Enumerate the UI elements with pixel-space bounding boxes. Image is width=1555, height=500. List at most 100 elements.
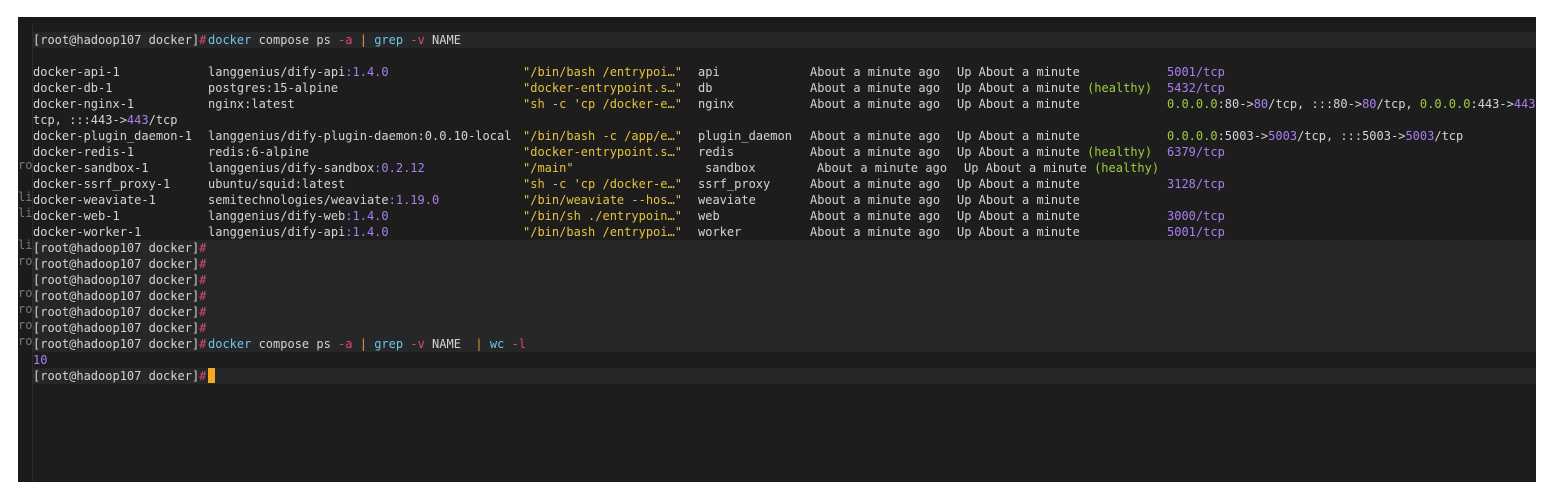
shell-prompt: [root@hadoop107 docker]# <box>33 337 207 351</box>
shell-prompt: [root@hadoop107 docker]# <box>33 321 207 335</box>
left-gutter: li ro li li ro ro ro ro ro <box>18 23 33 482</box>
container-command: "docker-entrypoint.s…" <box>523 145 682 159</box>
gutter-fragment: ro <box>18 286 32 300</box>
shell-prompt: [root@hadoop107 docker]# <box>33 257 207 271</box>
container-service: web <box>698 209 720 223</box>
container-status: Up About a minute (healthy) <box>964 161 1160 175</box>
tab-bar[interactable] <box>18 17 1536 23</box>
container-status: Up About a minute (healthy) <box>957 81 1153 95</box>
gutter-fragment: ro <box>18 158 32 172</box>
container-image: langgenius/dify-sandbox:0.2.12 <box>208 161 425 175</box>
container-created: About a minute ago <box>810 65 941 79</box>
terminal-output[interactable]: [root@hadoop107 docker]# docker compose … <box>33 32 1536 482</box>
container-service: sandbox <box>705 161 756 175</box>
container-image: langgenius/dify-api:1.4.0 <box>208 225 389 239</box>
container-status: Up About a minute <box>957 209 1080 223</box>
container-command: "/bin/bash /entrypoi…" <box>523 65 682 79</box>
container-image: langgenius/dify-api:1.4.0 <box>208 65 389 79</box>
gutter-fragment: li <box>18 238 32 252</box>
command-text: docker compose ps -a | grep -v NAME <box>208 33 461 47</box>
container-ports: 6379/tcp <box>1167 145 1225 159</box>
command-line: [root@hadoop107 docker]# docker compose … <box>33 336 1536 352</box>
container-service: weaviate <box>698 193 756 207</box>
table-row-wrap: tcp, :::443->443/tcp <box>33 112 1536 128</box>
container-name: docker-weaviate-1 <box>33 193 156 207</box>
container-name: docker-ssrf_proxy-1 <box>33 177 171 191</box>
container-service: ssrf_proxy <box>698 177 771 191</box>
container-created: About a minute ago <box>810 209 941 223</box>
gutter-fragment: ro <box>18 254 32 268</box>
prompt-line: [root@hadoop107 docker]# <box>33 320 1536 336</box>
shell-prompt: [root@hadoop107 docker]# <box>33 241 207 255</box>
prompt-line: [root@hadoop107 docker]# <box>33 240 1536 256</box>
gutter-fragment: ro <box>18 318 32 332</box>
container-created: About a minute ago <box>810 129 941 143</box>
container-service: db <box>698 81 713 95</box>
container-created: About a minute ago <box>810 225 941 239</box>
table-row: docker-worker-1 langgenius/dify-api:1.4.… <box>33 224 1536 240</box>
gutter-fragment: ro <box>18 334 32 348</box>
container-name: docker-api-1 <box>33 65 120 79</box>
container-image: redis:6-alpine <box>208 145 310 159</box>
container-status: Up About a minute <box>957 97 1080 111</box>
shell-prompt: [root@hadoop107 docker]# <box>33 289 207 303</box>
container-service: worker <box>698 225 742 239</box>
container-ports: 3128/tcp <box>1167 177 1225 191</box>
container-created: About a minute ago <box>810 81 941 95</box>
prompt-line: [root@hadoop107 docker]# <box>33 256 1536 272</box>
gutter-fragment: li <box>18 206 32 220</box>
command-text: docker compose ps -a | grep -v NAME | wc… <box>208 337 526 351</box>
container-ports: 0.0.0.0:80->80/tcp, :::80->80/tcp, 0.0.0… <box>1167 97 1536 111</box>
container-ports: 3000/tcp <box>1167 209 1225 223</box>
container-image: langgenius/dify-plugin-daemon:0.0.10-loc… <box>208 129 512 143</box>
prompt-line: [root@hadoop107 docker]# <box>33 304 1536 320</box>
text-cursor[interactable] <box>208 368 215 383</box>
line-count-output: 10 <box>33 353 48 367</box>
container-command: "/bin/weaviate --hos…" <box>523 193 682 207</box>
container-status: Up About a minute <box>957 193 1080 207</box>
container-image: postgres:15-alpine <box>208 81 339 95</box>
container-name: docker-plugin_daemon-1 <box>33 129 192 143</box>
container-ports: 5001/tcp <box>1167 65 1225 79</box>
shell-prompt: [root@hadoop107 docker]# <box>33 33 207 47</box>
container-name: docker-nginx-1 <box>33 97 135 111</box>
container-image: nginx:latest <box>208 97 295 111</box>
container-status: Up About a minute <box>957 129 1080 143</box>
container-status: Up About a minute <box>957 225 1080 239</box>
shell-prompt: [root@hadoop107 docker]# <box>33 305 207 319</box>
container-service: api <box>698 65 720 79</box>
container-created: About a minute ago <box>817 161 948 175</box>
terminal-window[interactable]: li ro li li ro ro ro ro ro [root@hadoop1… <box>18 17 1536 482</box>
container-command: "sh -c 'cp /docker-e…" <box>523 177 682 191</box>
container-status: Up About a minute <box>957 65 1080 79</box>
container-command: "/bin/bash /entrypoi…" <box>523 225 682 239</box>
container-ports: 5001/tcp <box>1167 225 1225 239</box>
container-name: docker-web-1 <box>33 209 120 223</box>
prompt-line: [root@hadoop107 docker]# <box>33 288 1536 304</box>
container-created: About a minute ago <box>810 177 941 191</box>
table-row: docker-nginx-1 nginx:latest "sh -c 'cp /… <box>33 96 1536 112</box>
active-prompt-line[interactable]: [root@hadoop107 docker]# <box>33 368 1536 384</box>
container-created: About a minute ago <box>810 97 941 111</box>
container-ports: 0.0.0.0:5003->5003/tcp, :::5003->5003/tc… <box>1167 129 1464 143</box>
container-created: About a minute ago <box>810 145 941 159</box>
output-line: 10 <box>33 352 1536 368</box>
container-command: "/bin/sh ./entrypoin…" <box>523 209 682 223</box>
table-row: docker-sandbox-1 langgenius/dify-sandbox… <box>33 160 1536 176</box>
table-row: docker-api-1 langgenius/dify-api:1.4.0 "… <box>33 64 1536 80</box>
container-image: langgenius/dify-web:1.4.0 <box>208 209 389 223</box>
table-row: docker-plugin_daemon-1 langgenius/dify-p… <box>33 128 1536 144</box>
container-status: Up About a minute <box>957 177 1080 191</box>
container-name: docker-redis-1 <box>33 145 135 159</box>
table-row: docker-web-1 langgenius/dify-web:1.4.0 "… <box>33 208 1536 224</box>
container-status: Up About a minute (healthy) <box>957 145 1153 159</box>
container-service: nginx <box>698 97 735 111</box>
gutter-fragment: li <box>18 190 32 204</box>
shell-prompt: [root@hadoop107 docker]# <box>33 369 207 383</box>
container-name: docker-worker-1 <box>33 225 142 239</box>
container-service: plugin_daemon <box>698 129 792 143</box>
container-created: About a minute ago <box>810 193 941 207</box>
container-image: semitechnologies/weaviate:1.19.0 <box>208 193 440 207</box>
table-row: docker-weaviate-1 semitechnologies/weavi… <box>33 192 1536 208</box>
table-row: docker-db-1 postgres:15-alpine "docker-e… <box>33 80 1536 96</box>
